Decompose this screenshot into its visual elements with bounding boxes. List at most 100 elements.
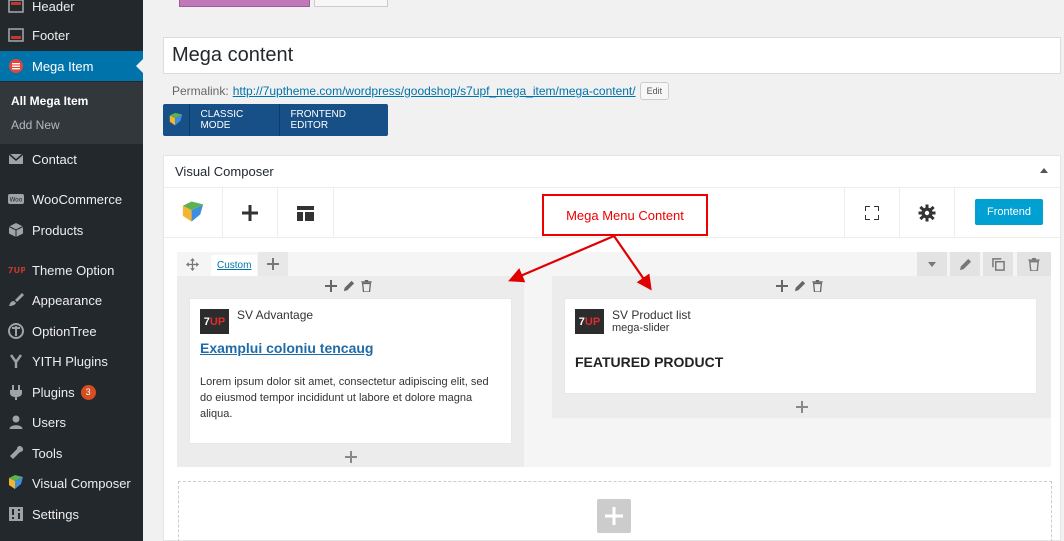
add-column-button[interactable] [258,252,288,276]
trash-icon[interactable] [361,280,372,292]
7up-logo-icon: 7 UP [575,309,604,334]
copy-icon [991,257,1005,271]
7up-logo-icon: 7 UP [200,309,229,334]
templates-button[interactable] [277,188,333,238]
sidebar-item-optiontree[interactable]: OptionTree [0,316,143,346]
sidebar-item-label: Header [32,0,75,14]
sidebar-item-contact[interactable]: Contact [0,144,143,174]
sidebar-item-mega-item[interactable]: Mega Item [0,51,143,81]
row-edit-button[interactable] [950,252,980,276]
row-delete-button[interactable] [1017,252,1051,276]
fullscreen-icon [864,206,879,220]
sidebar-item-label: Tools [32,445,63,461]
add-element-icon[interactable] [325,280,337,292]
submenu-add-new[interactable]: Add New [11,118,60,132]
trash-icon [1028,257,1040,271]
element-title: SV Advantage [237,308,314,322]
user-icon [0,413,32,431]
element-subtitle: mega-slider [612,322,670,334]
add-element-icon[interactable] [776,280,788,292]
svg-text:7UP: 7UP [8,265,25,275]
row-dropdown-button[interactable] [917,252,947,276]
wrench-icon [0,444,32,462]
gear-icon [918,204,935,222]
annotation-label: Mega Menu Content [542,194,708,236]
column-1-add-button[interactable] [177,448,524,466]
settings-button[interactable] [899,188,954,238]
mail-icon [0,150,32,168]
permalink-bar: Permalink: http://7uptheme.com/wordpress… [172,82,670,100]
row-move-handle[interactable] [183,255,201,273]
trash-icon[interactable] [812,280,823,292]
column-2-add-button[interactable] [552,398,1051,416]
header-icon [0,0,32,15]
vc-panel-header[interactable]: Visual Composer [164,156,1060,188]
pencil-icon[interactable] [343,280,355,292]
brush-icon [0,291,32,309]
top-white-button[interactable] [314,0,388,7]
plus-icon [267,258,279,270]
add-element-button[interactable] [222,188,277,238]
vc-brand-icon [182,201,204,222]
sidebar-item-label: Plugins [32,384,75,400]
sv-product-list-element[interactable]: 7 UP SV Product list mega-slider FEATURED… [564,298,1037,394]
add-row-area [178,481,1052,541]
column-2-controls [776,280,823,292]
sidebar-item-products[interactable]: Products [0,215,143,245]
sidebar-item-woocommerce[interactable]: Woo WooCommerce [0,184,143,214]
vc-column-2: 7 UP SV Product list mega-slider FEATURED… [552,276,1051,418]
plugins-update-badge: 3 [80,384,96,400]
7up-icon: 7UP [0,261,32,279]
sidebar-item-tools[interactable]: Tools [0,438,143,468]
pencil-icon [959,258,971,270]
submenu-all-mega-item[interactable]: All Mega Item [11,94,88,108]
frontend-editor-button[interactable]: FRONTEND EDITOR [279,104,388,136]
cube-icon [0,221,32,239]
permalink-link[interactable]: http://7uptheme.com/wordpress/goodshop/s… [233,84,636,98]
sidebar-item-appearance[interactable]: Appearance [0,285,143,315]
chevron-down-icon [928,261,936,267]
move-icon [185,257,199,271]
row-clone-button[interactable] [983,252,1013,276]
sidebar-item-label: YITH Plugins [32,353,108,369]
vc-mode-bar: CLASSIC MODE FRONTEND EDITOR [163,104,388,136]
plus-icon [241,205,258,221]
collapse-toggle-icon[interactable] [1040,168,1048,173]
permalink-edit-button[interactable]: Edit [639,82,670,100]
element-header: 7 UP SV Advantage [200,309,313,334]
frontend-button[interactable]: Frontend [975,199,1043,225]
top-remnant [163,0,1063,14]
classic-mode-button[interactable]: CLASSIC MODE [190,104,279,136]
vc-row: Custom 7 UP SV Advantage Examplui coloni… [177,252,1051,467]
sv-advantage-element[interactable]: 7 UP SV Advantage Examplui coloniu tencau… [189,298,512,444]
yith-icon [0,352,32,370]
vc-logo-button[interactable] [164,188,222,238]
sidebar-item-visual-composer[interactable]: Visual Composer [0,468,143,498]
advantage-link[interactable]: Examplui coloniu tencaug [200,340,373,356]
plus-icon [795,401,808,413]
sidebar-item-users[interactable]: Users [0,407,143,437]
admin-sidebar: Header Footer Mega Item All Mega Item Ad… [0,0,143,541]
fullscreen-button[interactable] [844,188,899,238]
sidebar-item-plugins[interactable]: Plugins 3 [0,377,143,407]
sidebar-item-settings[interactable]: Settings [0,499,143,529]
vc-panel-title: Visual Composer [175,164,274,179]
mega-item-icon [0,57,32,75]
pencil-icon[interactable] [794,280,806,292]
sidebar-item-label: WooCommerce [32,191,123,207]
row-layout-tab-custom[interactable]: Custom [211,255,258,276]
sidebar-item-label: Footer [32,27,70,43]
sidebar-item-header[interactable]: Header [0,0,143,21]
top-pink-button[interactable] [179,0,310,7]
plug-icon [0,383,32,401]
column-1-controls [325,280,372,292]
sidebar-item-yith-plugins[interactable]: YITH Plugins [0,346,143,376]
add-row-button[interactable] [597,499,631,533]
post-title-input[interactable]: Mega content [163,37,1061,74]
element-title: SV Product list [612,308,691,322]
woocommerce-icon: Woo [0,190,32,208]
sidebar-item-label: Visual Composer [32,475,131,491]
sidebar-item-theme-option[interactable]: 7UP Theme Option [0,255,143,285]
sidebar-item-footer[interactable]: Footer [0,20,143,50]
sidebar-item-label: Users [32,414,66,430]
